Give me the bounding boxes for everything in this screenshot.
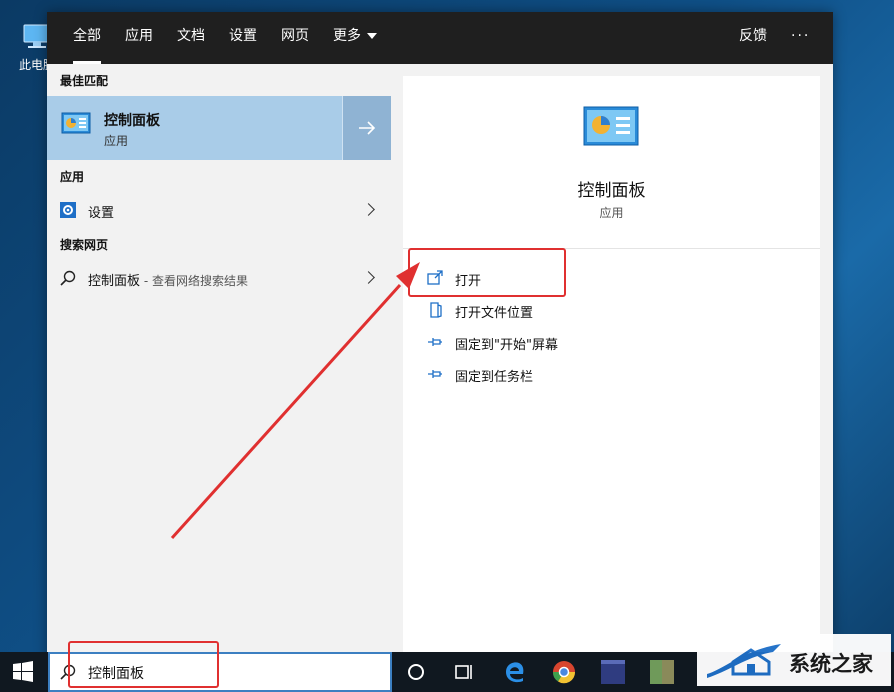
annotation-arrow	[170, 262, 420, 540]
